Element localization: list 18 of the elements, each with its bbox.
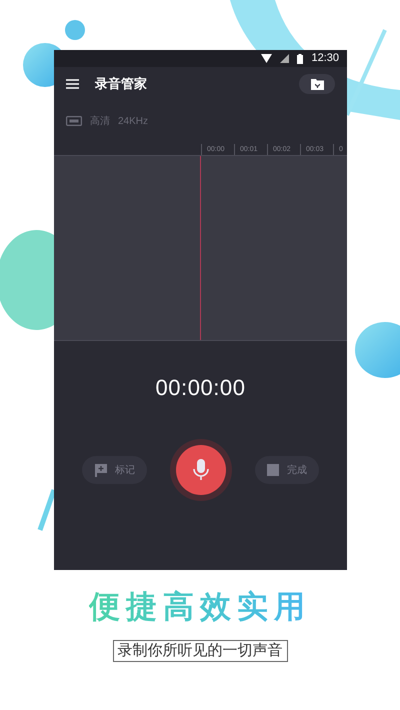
signal-icon bbox=[280, 54, 290, 63]
folder-microphone-icon bbox=[310, 78, 324, 90]
sample-rate: 24KHz bbox=[118, 114, 148, 128]
battery-icon bbox=[297, 54, 304, 64]
menu-icon[interactable] bbox=[66, 79, 79, 89]
cassette-icon bbox=[66, 116, 82, 126]
subtitle: 录制你所听见的一切声音 bbox=[112, 640, 288, 662]
wifi-icon bbox=[261, 54, 272, 63]
timer: 00:00:00 bbox=[155, 374, 246, 402]
status-time: 12:30 bbox=[311, 51, 339, 66]
folder-button[interactable] bbox=[299, 74, 335, 94]
microphone-icon bbox=[193, 458, 209, 482]
app-title: 录音管家 bbox=[95, 75, 147, 94]
decorative-stripe bbox=[38, 489, 56, 531]
decorative-circle bbox=[65, 20, 85, 40]
stop-icon bbox=[267, 464, 279, 476]
quality-label: 高清 bbox=[90, 114, 110, 128]
flag-icon bbox=[94, 464, 107, 476]
